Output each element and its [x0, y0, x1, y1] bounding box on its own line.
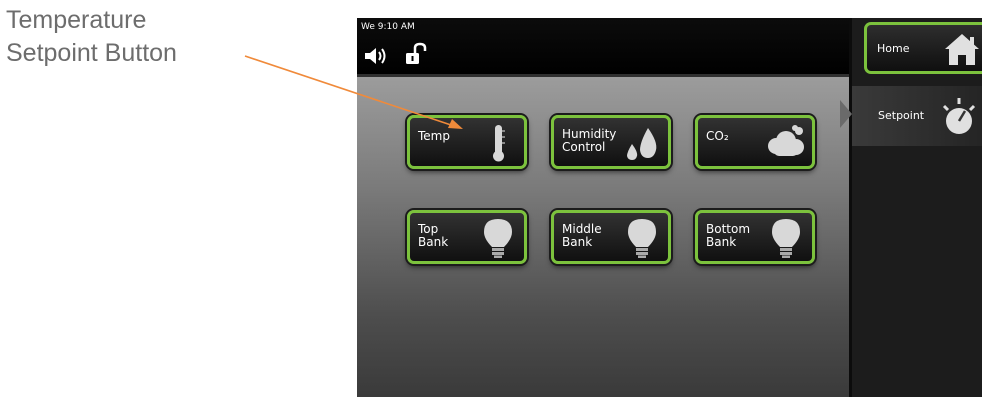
top-bank-button[interactable]: Top Bank — [407, 210, 527, 264]
tile-label: Top Bank — [418, 222, 449, 249]
humidity-control-button[interactable]: Humidity Control — [551, 115, 671, 169]
house-icon — [945, 34, 979, 65]
bottom-bank-button[interactable]: Bottom Bank — [695, 210, 815, 264]
cloud-icon — [768, 125, 804, 156]
tile-label: Humidity Control — [562, 127, 617, 154]
selected-tab-indicator — [840, 100, 852, 128]
unlocked-padlock-icon[interactable] — [405, 42, 427, 66]
setpoint-menu: Temp Humidity Control CO₂ Top Bank Middl… — [357, 77, 849, 397]
light-bulb-icon — [772, 219, 800, 258]
co2-button[interactable]: CO₂ — [695, 115, 815, 169]
middle-bank-button[interactable]: Middle Bank — [551, 210, 671, 264]
home-label: Home — [877, 42, 910, 55]
water-drops-icon — [627, 128, 657, 160]
speaker-icon[interactable] — [363, 45, 391, 67]
status-bar: We 9:10 AM — [357, 18, 849, 77]
touchscreen-device: We 9:10 AM Temp Humidity Control CO₂ Top… — [357, 18, 982, 397]
setpoint-label: Setpoint — [878, 109, 925, 122]
thermometer-icon — [493, 125, 505, 162]
setpoint-tab[interactable]: Setpoint — [852, 86, 982, 146]
home-button[interactable]: Home — [864, 22, 982, 74]
light-bulb-icon — [628, 219, 656, 258]
tile-label: Middle Bank — [562, 222, 602, 249]
tile-label: CO₂ — [706, 129, 729, 143]
callout-line-2: Setpoint Button — [6, 39, 177, 67]
callout-line-1: Temperature — [6, 6, 147, 34]
side-navigation: Home Setpoint — [840, 18, 982, 397]
datetime-label: We 9:10 AM — [361, 22, 415, 32]
light-bulb-icon — [484, 219, 512, 258]
tile-label: Temp — [418, 129, 450, 143]
tile-label: Bottom Bank — [706, 222, 751, 249]
callout-text: Temperature Setpoint Button — [6, 4, 256, 70]
temp-setpoint-button[interactable]: Temp — [407, 115, 527, 169]
dial-icon — [942, 98, 976, 134]
